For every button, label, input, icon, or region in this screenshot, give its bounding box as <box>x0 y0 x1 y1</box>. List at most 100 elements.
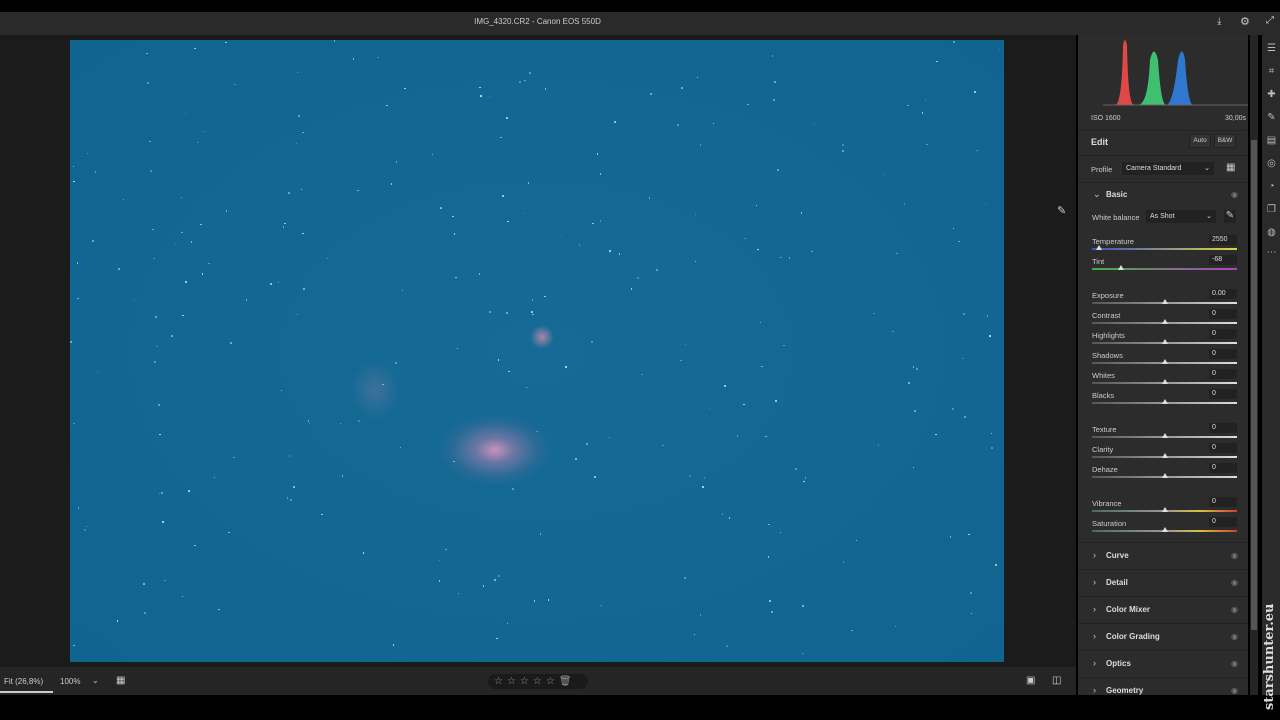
slider-thumb[interactable] <box>1118 265 1124 270</box>
slider-value-input[interactable]: 0 <box>1209 349 1237 359</box>
gradient-icon[interactable]: ▤ <box>1266 135 1277 146</box>
star <box>768 523 770 526</box>
eye-icon[interactable]: ◉ <box>1231 578 1238 587</box>
chevron-right-icon[interactable]: › <box>1093 550 1096 560</box>
eye-icon[interactable]: ◉ <box>1231 551 1238 560</box>
star <box>991 447 993 449</box>
slider-thumb[interactable] <box>1096 245 1103 250</box>
red-eye-icon[interactable]: ◔ <box>1266 181 1277 192</box>
white-balance-eyedropper-icon[interactable]: ✎ <box>1224 210 1236 223</box>
rating-stars[interactable]: ☆☆☆☆☆🗑 <box>488 674 588 689</box>
slider-thumb[interactable] <box>1161 319 1168 324</box>
crop-icon[interactable]: ⌗ <box>1266 66 1277 77</box>
chevron-right-icon[interactable]: › <box>1093 631 1096 641</box>
slider-value-input[interactable]: 0 <box>1209 463 1237 473</box>
slider-thumb[interactable] <box>1161 433 1168 438</box>
slider-thumb[interactable] <box>1161 527 1168 532</box>
trash-icon[interactable]: 🗑 <box>559 676 576 687</box>
more-icon[interactable]: ⋯ <box>1266 247 1277 258</box>
slider-thumb[interactable] <box>1161 299 1168 304</box>
slider-label: Clarity <box>1092 445 1114 454</box>
edit-sliders-icon[interactable]: ☰ <box>1266 43 1277 54</box>
chevron-down-icon[interactable]: ⌄ <box>92 676 99 685</box>
slider-thumb[interactable] <box>1161 453 1168 458</box>
compare-icon[interactable]: ◫ <box>1052 675 1061 686</box>
star <box>708 407 711 410</box>
photo-preview[interactable] <box>70 40 1004 662</box>
fit-zoom-button[interactable]: Fit (26,8%) <box>4 677 43 686</box>
slider-value-input[interactable]: 0 <box>1209 369 1237 379</box>
slider-value-input[interactable]: 0 <box>1209 329 1237 339</box>
slider-value-input[interactable]: 0 <box>1209 443 1237 453</box>
star <box>155 316 157 318</box>
slider-whites[interactable]: Whites 0 <box>1092 369 1237 387</box>
slider-shadows[interactable]: Shadows 0 <box>1092 349 1237 367</box>
radial-icon[interactable]: ◎ <box>1266 158 1277 169</box>
slider-value-input[interactable]: 0.00 <box>1209 289 1237 299</box>
eye-icon[interactable]: ◉ <box>1231 632 1238 641</box>
section-geometry[interactable]: › Geometry ◉ <box>1078 677 1248 695</box>
basic-section-heading[interactable]: Basic <box>1106 190 1127 199</box>
slider-vibrance[interactable]: Vibrance 0 <box>1092 497 1237 515</box>
slider-thumb[interactable] <box>1161 379 1168 384</box>
slider-thumb[interactable] <box>1161 359 1168 364</box>
profile-dropdown[interactable]: Camera Standard ⌄ <box>1122 162 1214 175</box>
slider-track[interactable] <box>1092 248 1237 250</box>
slider-value-input[interactable]: 0 <box>1209 389 1237 399</box>
slider-thumb[interactable] <box>1161 399 1168 404</box>
chevron-right-icon[interactable]: › <box>1093 577 1096 587</box>
eye-icon[interactable]: ◉ <box>1231 190 1238 199</box>
chevron-down-icon[interactable]: ⌄ <box>1093 189 1101 200</box>
eye-icon[interactable]: ◉ <box>1231 686 1238 695</box>
eye-icon[interactable]: ◉ <box>1231 605 1238 614</box>
save-icon[interactable]: ⤓ <box>1217 16 1221 27</box>
section-color-mixer[interactable]: › Color Mixer ◉ <box>1078 596 1248 622</box>
slider-temperature[interactable]: Temperature 2550 <box>1092 235 1237 253</box>
gear-icon[interactable]: ⚙ <box>1240 15 1250 28</box>
star <box>936 60 938 63</box>
bw-button[interactable]: B&W <box>1214 134 1236 148</box>
section-curve[interactable]: › Curve ◉ <box>1078 542 1248 568</box>
slider-track[interactable] <box>1092 268 1237 270</box>
slider-value-input[interactable]: 0 <box>1209 423 1237 433</box>
section-optics[interactable]: › Optics ◉ <box>1078 650 1248 676</box>
slider-value-input[interactable]: -68 <box>1209 255 1237 265</box>
chevron-right-icon[interactable]: › <box>1093 685 1096 695</box>
section-color-grading[interactable]: › Color Grading ◉ <box>1078 623 1248 649</box>
slider-tint[interactable]: Tint -68 <box>1092 255 1237 273</box>
section-detail[interactable]: › Detail ◉ <box>1078 569 1248 595</box>
slider-contrast[interactable]: Contrast 0 <box>1092 309 1237 327</box>
star <box>94 171 97 173</box>
slider-thumb[interactable] <box>1161 507 1168 512</box>
slider-value-input[interactable]: 0 <box>1209 497 1237 507</box>
eyedropper-icon[interactable]: ✎ <box>1057 204 1066 217</box>
brush-icon[interactable]: ✎ <box>1266 112 1277 123</box>
chevron-right-icon[interactable]: › <box>1093 604 1096 614</box>
slider-dehaze[interactable]: Dehaze 0 <box>1092 463 1237 481</box>
expand-icon[interactable]: ⤢ <box>1266 15 1274 26</box>
slider-value-input[interactable]: 0 <box>1209 309 1237 319</box>
snapshots-icon[interactable]: ❐ <box>1266 204 1277 215</box>
slider-thumb[interactable] <box>1161 339 1168 344</box>
slider-exposure[interactable]: Exposure 0.00 <box>1092 289 1237 307</box>
slider-value-input[interactable]: 2550 <box>1209 235 1237 245</box>
slider-thumb[interactable] <box>1161 473 1168 478</box>
slider-saturation[interactable]: Saturation 0 <box>1092 517 1237 535</box>
star <box>877 444 880 446</box>
slider-highlights[interactable]: Highlights 0 <box>1092 329 1237 347</box>
chevron-right-icon[interactable]: › <box>1093 658 1096 668</box>
slider-texture[interactable]: Texture 0 <box>1092 423 1237 441</box>
profile-browser-icon[interactable]: ▦ <box>1226 162 1235 173</box>
before-after-icon[interactable]: ▣ <box>1026 675 1035 686</box>
slider-clarity[interactable]: Clarity 0 <box>1092 443 1237 461</box>
zoom-level-dropdown[interactable]: 100% <box>60 677 80 686</box>
scrollbar-thumb[interactable] <box>1251 140 1257 630</box>
presets-icon[interactable]: ◍ <box>1266 227 1277 238</box>
sample-icon[interactable]: ▦ <box>116 675 125 686</box>
white-balance-dropdown[interactable]: As Shot ⌄ <box>1146 210 1216 223</box>
slider-blacks[interactable]: Blacks 0 <box>1092 389 1237 407</box>
auto-button[interactable]: Auto <box>1189 134 1211 148</box>
slider-value-input[interactable]: 0 <box>1209 517 1237 527</box>
healing-icon[interactable]: ✚ <box>1266 89 1277 100</box>
eye-icon[interactable]: ◉ <box>1231 659 1238 668</box>
